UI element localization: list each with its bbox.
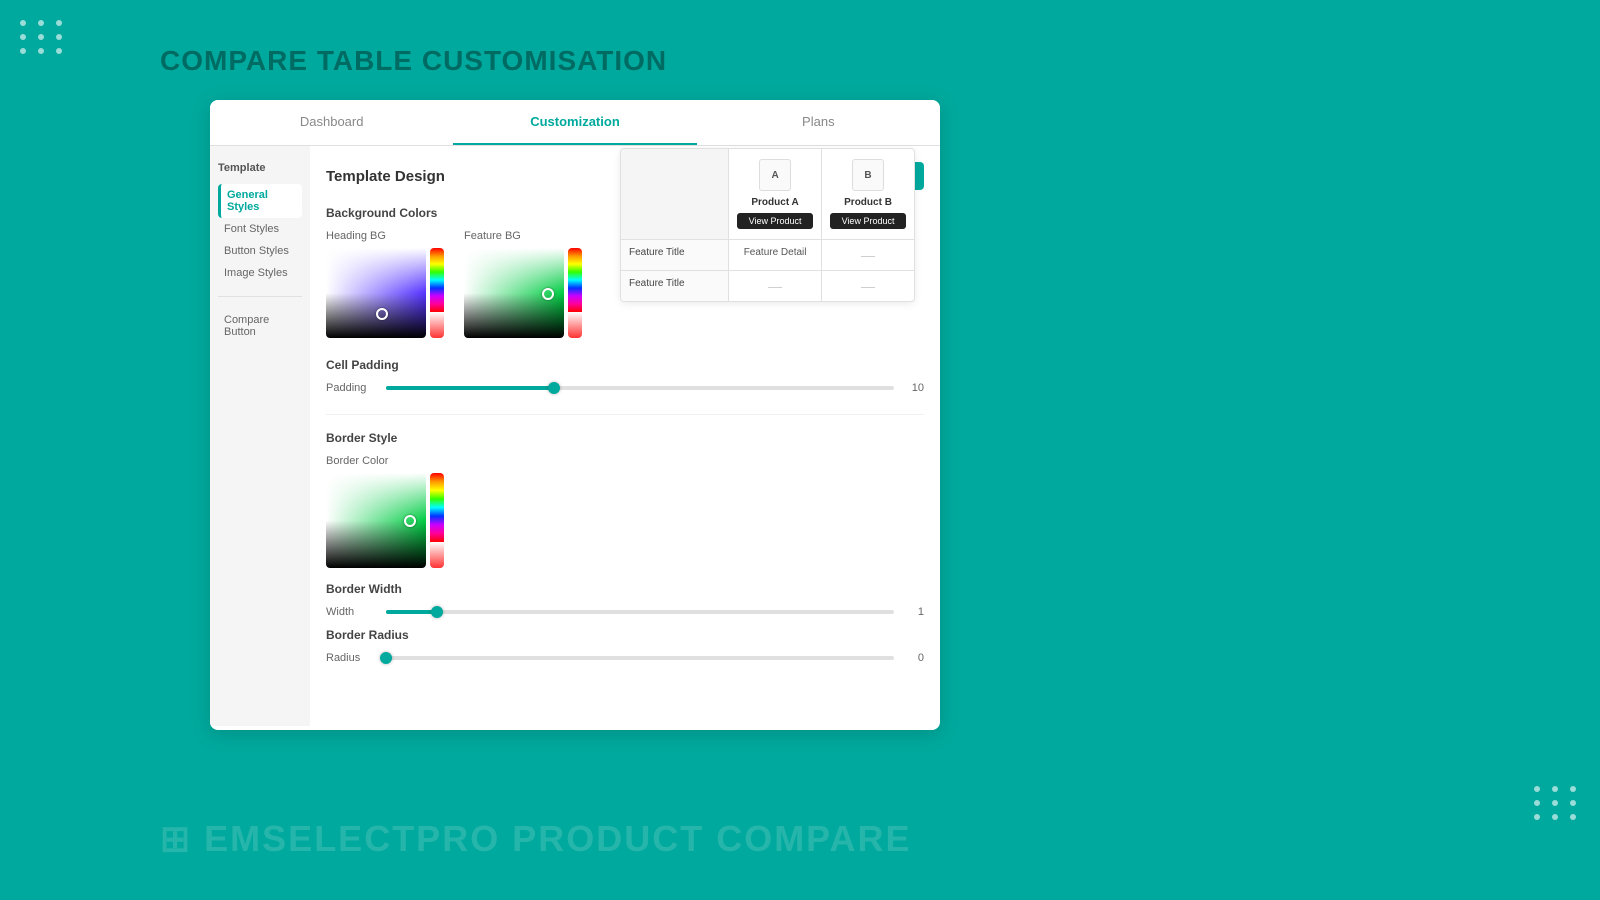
cell-padding-title: Cell Padding: [326, 358, 924, 372]
ct-feature-a-2: —: [729, 271, 822, 301]
tab-dashboard[interactable]: Dashboard: [210, 100, 453, 145]
page-title: COMPARE TABLE CUSTOMISATION: [160, 45, 667, 77]
width-value: 1: [904, 606, 924, 618]
padding-slider-fill: [386, 386, 554, 390]
ct-feature-row-2: Feature Title — —: [621, 270, 914, 301]
product-a-image: A: [759, 159, 791, 191]
feature-bg-gradient[interactable]: [464, 248, 564, 338]
padding-slider-thumb[interactable]: [548, 382, 560, 394]
hue-gradient: [430, 248, 444, 312]
border-style-section: Border Style Border Color: [326, 414, 924, 664]
width-row: Width 1: [326, 606, 924, 618]
ct-feature-a-1: Feature Detail: [729, 240, 822, 270]
tab-plans[interactable]: Plans: [697, 100, 940, 145]
sidebar-item-button-styles[interactable]: Button Styles: [218, 240, 302, 262]
heading-bg-hue-bar[interactable]: [430, 248, 444, 338]
product-b-name: Product B: [830, 197, 906, 208]
cell-padding-section: Cell Padding Padding 10: [326, 358, 924, 394]
border-opacity-gradient: [430, 542, 444, 568]
padding-row: Padding 10: [326, 382, 924, 394]
sidebar-section-title: Template: [218, 162, 302, 174]
ct-feature-b-2: —: [822, 271, 914, 301]
decorative-dots-top-left: [20, 20, 66, 54]
opacity-gradient: [430, 312, 444, 338]
compare-table-preview: A Product A View Product B Product B Vie…: [620, 148, 915, 302]
width-slider-track: [386, 610, 894, 614]
ct-header-row: A Product A View Product B Product B Vie…: [621, 149, 914, 239]
feature-hue-gradient: [568, 248, 582, 312]
border-radius-title: Border Radius: [326, 628, 924, 642]
feature-bg-picker: [464, 248, 582, 338]
tab-bar: Dashboard Customization Plans: [210, 100, 940, 146]
feature-bg-thumb[interactable]: [542, 288, 554, 300]
product-a-label: A: [771, 170, 778, 181]
heading-bg-label: Heading BG: [326, 230, 444, 242]
watermark: ⊞ EMSELECTPRO PRODUCT COMPARE: [160, 818, 912, 860]
radius-slider-track: [386, 656, 894, 660]
decorative-dots-bottom-right: [1534, 786, 1580, 820]
heading-bg-group: Heading BG: [326, 230, 444, 338]
heading-bg-gradient[interactable]: [326, 248, 426, 338]
sidebar-compare-button[interactable]: Compare Button: [218, 309, 302, 343]
width-slider-thumb[interactable]: [431, 606, 443, 618]
border-color-label: Border Color: [326, 455, 924, 467]
sidebar-item-image-styles[interactable]: Image Styles: [218, 262, 302, 284]
border-color-gradient[interactable]: [326, 473, 426, 568]
feature-bg-hue-bar[interactable]: [568, 248, 582, 338]
ct-feature-row-1: Feature Title Feature Detail —: [621, 239, 914, 270]
border-hue-gradient: [430, 473, 444, 542]
border-width-title: Border Width: [326, 582, 924, 596]
border-color-picker: [326, 473, 924, 568]
padding-label: Padding: [326, 382, 376, 394]
product-a-name: Product A: [737, 197, 813, 208]
heading-bg-thumb[interactable]: [376, 308, 388, 320]
template-design-title: Template Design: [326, 168, 445, 185]
sidebar-item-font-styles[interactable]: Font Styles: [218, 218, 302, 240]
feature-bg-label: Feature BG: [464, 230, 582, 242]
border-style-title: Border Style: [326, 431, 924, 445]
ct-feature-title-2: Feature Title: [621, 271, 729, 301]
ct-feature-b-1: —: [822, 240, 914, 270]
heading-bg-picker: [326, 248, 444, 338]
border-color-thumb[interactable]: [404, 515, 416, 527]
ct-product-a-header: A Product A View Product: [729, 149, 822, 239]
sidebar-item-general-styles[interactable]: General Styles: [218, 184, 302, 218]
radius-label: Radius: [326, 652, 376, 664]
view-product-b-button[interactable]: View Product: [830, 213, 906, 229]
radius-slider-thumb[interactable]: [380, 652, 392, 664]
sidebar: Template General Styles Font Styles Butt…: [210, 146, 310, 726]
tab-customization[interactable]: Customization: [453, 100, 696, 145]
feature-opacity-gradient: [568, 312, 582, 338]
ct-feature-title-1: Feature Title: [621, 240, 729, 270]
padding-value: 10: [904, 382, 924, 394]
product-b-label: B: [864, 170, 871, 181]
sidebar-divider: [218, 296, 302, 297]
radius-row: Radius 0: [326, 652, 924, 664]
width-label: Width: [326, 606, 376, 618]
width-slider-fill: [386, 610, 437, 614]
radius-value: 0: [904, 652, 924, 664]
product-b-image: B: [852, 159, 884, 191]
feature-bg-group: Feature BG: [464, 230, 582, 338]
ct-empty-header: [621, 149, 729, 239]
ct-product-b-header: B Product B View Product: [822, 149, 914, 239]
border-color-hue-bar[interactable]: [430, 473, 444, 568]
border-color-group: Border Color: [326, 455, 924, 568]
padding-slider-track: [386, 386, 894, 390]
view-product-a-button[interactable]: View Product: [737, 213, 813, 229]
